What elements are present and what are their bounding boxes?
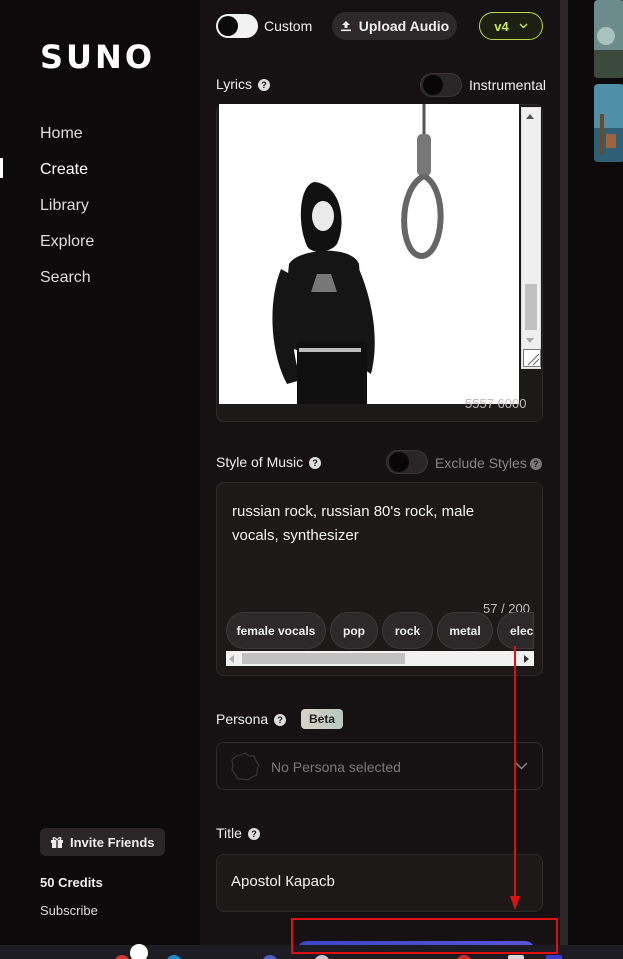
taskbar-app-icon[interactable]	[546, 955, 562, 959]
nav-active-indicator	[0, 158, 3, 178]
lyrics-label-text: Lyrics	[216, 76, 253, 92]
exclude-styles-toggle[interactable]	[386, 450, 428, 474]
scroll-thumb[interactable]	[525, 284, 537, 330]
persona-placeholder: No Persona selected	[271, 759, 401, 775]
upload-audio-button[interactable]: Upload Audio	[332, 12, 457, 40]
help-icon[interactable]: ?	[309, 457, 322, 470]
suno-logo[interactable]: SUNO	[40, 38, 155, 76]
instrumental-label: Instrumental	[469, 77, 547, 93]
help-icon[interactable]: ?	[247, 828, 260, 841]
model-version-label: v4	[494, 18, 509, 34]
nav-search[interactable]: Search	[40, 269, 91, 287]
persona-placeholder-icon	[231, 752, 260, 781]
invite-friends-label: Invite Friends	[70, 834, 155, 850]
style-tag[interactable]: metal	[437, 612, 493, 649]
nav-home[interactable]: Home	[40, 125, 83, 143]
scroll-thumb[interactable]	[242, 653, 405, 664]
toggle-knob	[423, 75, 443, 95]
title-label: Title?	[216, 825, 260, 841]
song-thumbnail[interactable]	[594, 0, 623, 78]
scroll-up-icon[interactable]	[526, 114, 534, 119]
lyrics-pasted-image	[219, 104, 519, 404]
toggle-knob	[389, 452, 409, 472]
invite-friends-button[interactable]: Invite Friends	[40, 828, 165, 856]
style-tag[interactable]: elec	[497, 612, 534, 649]
annotation-highlight-box	[291, 918, 558, 954]
toggle-knob	[218, 16, 238, 36]
chevron-down-icon	[519, 23, 528, 29]
style-label-text: Style of Music	[216, 454, 304, 470]
lyrics-label: Lyrics?	[216, 76, 271, 92]
custom-toggle[interactable]	[216, 14, 258, 38]
nav-create[interactable]: Create	[40, 161, 88, 179]
nav-explore[interactable]: Explore	[40, 233, 94, 251]
scroll-left-icon[interactable]	[229, 655, 234, 663]
upload-icon	[340, 21, 351, 32]
lyrics-scrollbar[interactable]	[521, 107, 541, 369]
style-tag[interactable]: pop	[330, 612, 378, 649]
gift-icon	[51, 837, 63, 848]
resize-handle-icon[interactable]	[523, 349, 541, 367]
lyrics-char-count: 5557 6000	[465, 396, 527, 411]
style-tag[interactable]: rock	[382, 612, 433, 649]
title-value[interactable]: Apostol Карасb	[231, 873, 335, 890]
subscribe-link[interactable]: Subscribe	[40, 903, 98, 918]
exclude-styles-label: Exclude Styles?	[435, 455, 542, 471]
persona-label: Persona?	[216, 711, 287, 727]
persona-label-text: Persona	[216, 711, 269, 727]
instrumental-toggle[interactable]	[420, 73, 462, 97]
upload-audio-label: Upload Audio	[358, 18, 450, 34]
model-version-select[interactable]: v4	[479, 12, 543, 40]
help-icon[interactable]: ?	[529, 458, 542, 471]
style-value[interactable]: russian rock, russian 80's rock, male vo…	[232, 500, 522, 548]
sidebar: SUNO Home Create Library Explore Search …	[0, 0, 200, 945]
custom-label: Custom	[264, 18, 313, 34]
chevron-down-icon[interactable]	[515, 762, 528, 770]
taskbar-app-icon[interactable]	[508, 955, 524, 959]
style-tag[interactable]: female vocals	[226, 612, 326, 649]
song-list-column	[568, 0, 623, 945]
tags-scrollbar[interactable]	[226, 651, 534, 666]
beta-badge: Beta	[301, 709, 343, 729]
nav-library[interactable]: Library	[40, 197, 89, 215]
scroll-down-icon[interactable]	[526, 338, 534, 343]
help-icon[interactable]: ?	[274, 714, 287, 727]
exclude-styles-text: Exclude Styles	[435, 455, 527, 471]
help-icon[interactable]: ?	[258, 79, 271, 92]
song-thumbnail[interactable]	[594, 84, 623, 162]
title-label-text: Title	[216, 825, 242, 841]
credits-count: 50 Credits	[40, 875, 103, 890]
panel-scrollbar[interactable]	[560, 0, 568, 945]
scroll-right-icon[interactable]	[524, 655, 529, 663]
style-label: Style of Music?	[216, 454, 322, 470]
taskbar-app-icon[interactable]	[130, 944, 148, 959]
